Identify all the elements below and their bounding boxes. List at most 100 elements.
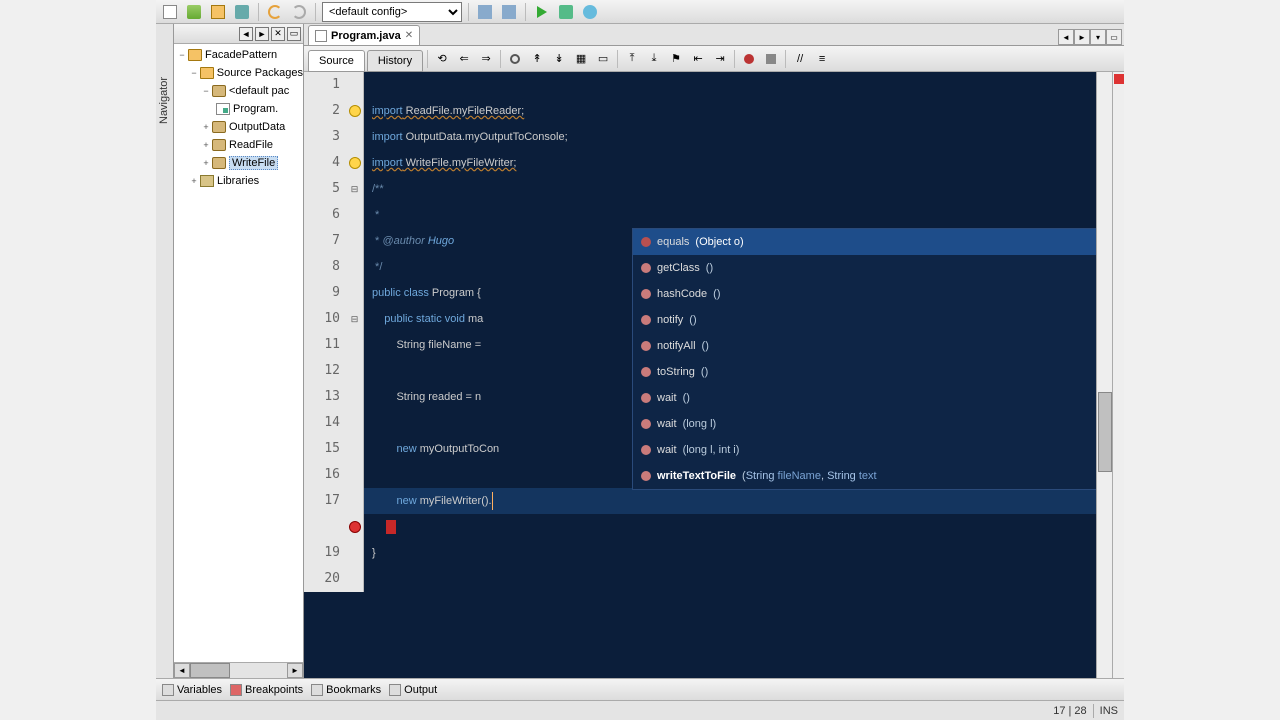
tree-source-packages[interactable]: −Source Packages bbox=[176, 64, 303, 82]
autocomplete-item[interactable]: writeTextToFile(String fileName, String … bbox=[633, 463, 1096, 489]
new-project-button[interactable] bbox=[184, 2, 204, 22]
text-caret bbox=[492, 492, 493, 510]
error-marker bbox=[386, 520, 396, 534]
autocomplete-item[interactable]: notifyAll() bbox=[633, 333, 1096, 359]
folder-icon bbox=[200, 67, 214, 79]
redo-button[interactable] bbox=[289, 2, 309, 22]
build-button[interactable] bbox=[475, 2, 495, 22]
panel-bookmarks[interactable]: Bookmarks bbox=[311, 684, 381, 696]
error-stripe[interactable] bbox=[1112, 72, 1124, 678]
tab-nav-right-icon[interactable]: ► bbox=[1074, 29, 1090, 45]
editor-tab-program[interactable]: Program.java ✕ bbox=[308, 25, 420, 45]
method-bullet-icon bbox=[641, 315, 651, 325]
hint-bulb-icon[interactable] bbox=[349, 157, 361, 169]
open-button[interactable] bbox=[208, 2, 228, 22]
panel-output[interactable]: Output bbox=[389, 684, 437, 696]
code-editor[interactable]: 1 2import ReadFile.myFileReader; 3import… bbox=[304, 72, 1096, 678]
method-bullet-icon bbox=[641, 445, 651, 455]
java-file-icon bbox=[216, 103, 230, 115]
libraries-icon bbox=[200, 175, 214, 187]
project-tree-panel: ◄ ► ✕ ▭ −FacadePattern −Source Packages … bbox=[174, 24, 304, 678]
tree-writefile-package[interactable]: +WriteFile bbox=[176, 154, 303, 172]
tree-outputdata-package[interactable]: +OutputData bbox=[176, 118, 303, 136]
breakpoints-icon bbox=[230, 684, 242, 696]
package-icon bbox=[212, 121, 226, 133]
autocomplete-item[interactable]: notify() bbox=[633, 307, 1096, 333]
package-icon bbox=[212, 85, 226, 97]
editor-sub-toolbar: Source History ⟲ ⇐ ⇒ ↟ ↡ ▦ ▭ ⤒ ⤓ ⚑ ⇤ ⇥ bbox=[304, 46, 1124, 72]
tab-maximize-icon[interactable]: ▭ bbox=[1106, 29, 1122, 45]
autocomplete-item[interactable]: hashCode() bbox=[633, 281, 1096, 307]
package-icon bbox=[212, 157, 226, 169]
forward-button[interactable]: ⇒ bbox=[476, 49, 496, 69]
profile-button[interactable] bbox=[580, 2, 600, 22]
tab-dropdown-icon[interactable]: ▾ bbox=[1090, 29, 1106, 45]
method-bullet-icon bbox=[641, 471, 651, 481]
undo-button[interactable] bbox=[265, 2, 285, 22]
comment-button[interactable]: // bbox=[790, 49, 810, 69]
variables-icon bbox=[162, 684, 174, 696]
autocomplete-popup[interactable]: equals(Object o)getClass()hashCode()noti… bbox=[632, 228, 1096, 490]
close-icon[interactable]: ✕ bbox=[405, 30, 413, 41]
autocomplete-item[interactable]: equals(Object o) bbox=[633, 229, 1096, 255]
tab-nav-left-icon[interactable]: ◄ bbox=[1058, 29, 1074, 45]
tree-min-icon[interactable]: ▭ bbox=[287, 27, 301, 41]
tree-root[interactable]: −FacadePattern bbox=[176, 46, 303, 64]
autocomplete-item[interactable]: wait(long l) bbox=[633, 411, 1096, 437]
find-prev-button[interactable]: ↟ bbox=[527, 49, 547, 69]
tree-libraries[interactable]: +Libraries bbox=[176, 172, 303, 190]
autocomplete-item[interactable]: wait() bbox=[633, 385, 1096, 411]
shift-left-button[interactable]: ⇤ bbox=[688, 49, 708, 69]
toggle-rect-button[interactable]: ▭ bbox=[593, 49, 613, 69]
save-all-button[interactable] bbox=[232, 2, 252, 22]
new-file-button[interactable] bbox=[160, 2, 180, 22]
bottom-panel-bar: Variables Breakpoints Bookmarks Output bbox=[156, 678, 1124, 700]
cursor-position: 17 | 28 bbox=[1053, 705, 1086, 717]
next-bookmark-button[interactable]: ⤓ bbox=[644, 49, 664, 69]
method-bullet-icon bbox=[641, 263, 651, 273]
scroll-right-icon[interactable]: ► bbox=[287, 663, 303, 678]
last-edit-button[interactable]: ⟲ bbox=[432, 49, 452, 69]
toggle-bookmark-button[interactable]: ⚑ bbox=[666, 49, 686, 69]
macro-stop-button[interactable] bbox=[761, 49, 781, 69]
tree-close-icon[interactable]: ✕ bbox=[271, 27, 285, 41]
macro-record-button[interactable] bbox=[739, 49, 759, 69]
tree-program-file[interactable]: Program. bbox=[176, 100, 303, 118]
method-bullet-icon bbox=[641, 393, 651, 403]
panel-variables[interactable]: Variables bbox=[162, 684, 222, 696]
insert-mode: INS bbox=[1100, 705, 1118, 717]
navigator-collapsed-tab[interactable]: Navigator bbox=[156, 24, 174, 678]
view-source-tab[interactable]: Source bbox=[308, 50, 365, 72]
find-button[interactable] bbox=[505, 49, 525, 69]
prev-bookmark-button[interactable]: ⤒ bbox=[622, 49, 642, 69]
back-button[interactable]: ⇐ bbox=[454, 49, 474, 69]
hint-bulb-icon[interactable] bbox=[349, 105, 361, 117]
find-next-button[interactable]: ↡ bbox=[549, 49, 569, 69]
main-toolbar: <default config> bbox=[156, 0, 1124, 24]
error-indicator-icon[interactable] bbox=[1114, 74, 1124, 84]
shift-right-button[interactable]: ⇥ bbox=[710, 49, 730, 69]
output-icon bbox=[389, 684, 401, 696]
method-bullet-icon bbox=[641, 341, 651, 351]
autocomplete-item[interactable]: wait(long l, int i) bbox=[633, 437, 1096, 463]
debug-button[interactable] bbox=[556, 2, 576, 22]
view-history-tab[interactable]: History bbox=[367, 50, 423, 72]
bookmarks-icon bbox=[311, 684, 323, 696]
run-button[interactable] bbox=[532, 2, 552, 22]
tree-default-package[interactable]: −<default pac bbox=[176, 82, 303, 100]
tree-scroll-right-icon[interactable]: ► bbox=[255, 27, 269, 41]
uncomment-button[interactable]: ≡ bbox=[812, 49, 832, 69]
autocomplete-item[interactable]: toString() bbox=[633, 359, 1096, 385]
tree-hscroll[interactable]: ◄ ► bbox=[174, 662, 303, 678]
tree-readfile-package[interactable]: +ReadFile bbox=[176, 136, 303, 154]
tree-scroll-left-icon[interactable]: ◄ bbox=[239, 27, 253, 41]
panel-breakpoints[interactable]: Breakpoints bbox=[230, 684, 303, 696]
clean-build-button[interactable] bbox=[499, 2, 519, 22]
run-config-select[interactable]: <default config> bbox=[322, 2, 462, 22]
autocomplete-item[interactable]: getClass() bbox=[633, 255, 1096, 281]
toggle-highlight-button[interactable]: ▦ bbox=[571, 49, 591, 69]
scroll-left-icon[interactable]: ◄ bbox=[174, 663, 190, 678]
method-bullet-icon bbox=[641, 367, 651, 377]
error-glyph-icon[interactable] bbox=[349, 521, 361, 533]
editor-vscroll[interactable] bbox=[1096, 72, 1112, 678]
